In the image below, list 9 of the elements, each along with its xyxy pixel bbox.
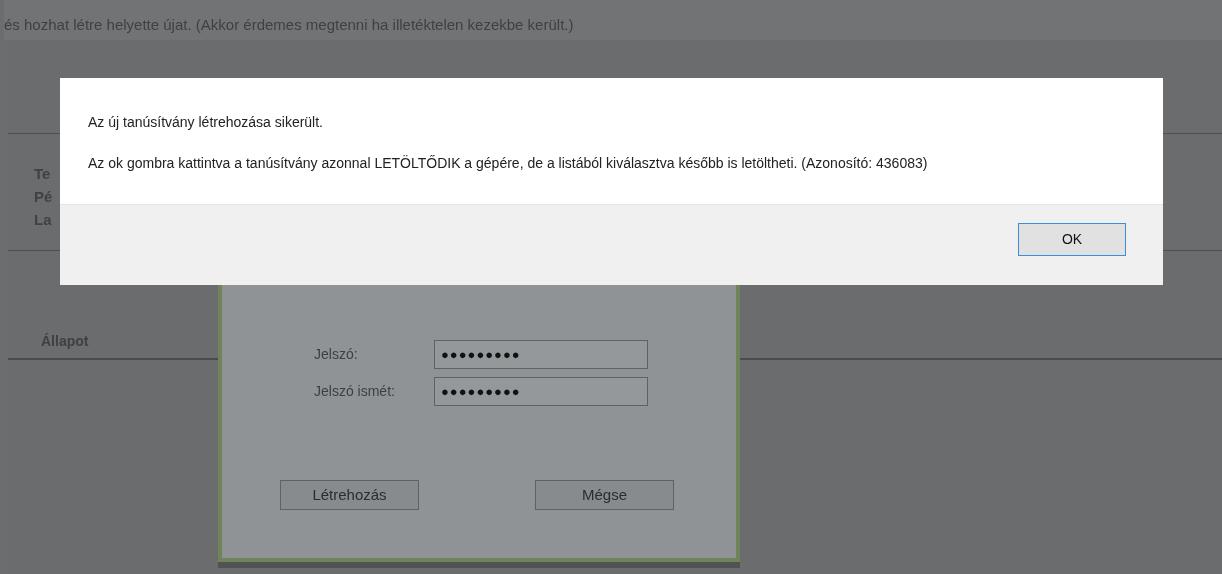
message-text: Az ok gombra kattintva a tanúsítvány azonnal LETÖLTŐDIK a gépére, de a listából kiválasztva később is letöltheti. (Azonosító: 436083) bbox=[88, 154, 929, 173]
password-field[interactable]: ●●●●●●●●● bbox=[434, 377, 648, 406]
create-button[interactable]: Létrehozás bbox=[280, 480, 419, 510]
ok-button[interactable]: OK bbox=[1018, 223, 1126, 256]
password-field[interactable]: ●●●●●●●●● bbox=[434, 340, 648, 369]
field-label: Jelszó ismét: bbox=[314, 382, 396, 401]
field-label: Jelszó: bbox=[314, 345, 359, 364]
cancel-button[interactable]: Mégse bbox=[535, 480, 674, 510]
message-text: Az új tanúsítvány létrehozása sikerült. bbox=[88, 113, 324, 132]
